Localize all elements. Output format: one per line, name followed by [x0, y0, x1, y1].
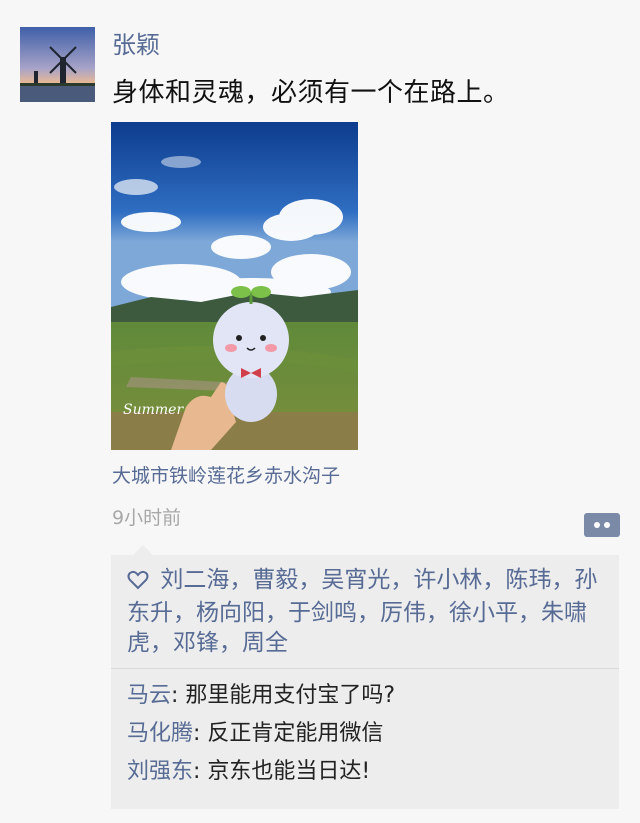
like-name[interactable]: 厉伟	[380, 600, 426, 626]
post-text: 身体和灵魂，必须有一个在路上。	[112, 78, 510, 108]
comment-text: 反正肯定能用微信	[207, 721, 384, 746]
like-separator: ，	[482, 567, 506, 593]
like-separator: ，	[426, 600, 449, 626]
heart-outline-icon	[127, 568, 149, 598]
location-link[interactable]: 大城市铁岭莲花乡赤水沟子	[112, 462, 340, 490]
like-name[interactable]: 吴宵光	[321, 567, 390, 593]
like-separator: ，	[357, 600, 380, 626]
like-separator: ，	[551, 567, 575, 593]
photo-caption: Summer	[123, 402, 184, 418]
like-separator: ，	[229, 567, 253, 593]
comment-separator: :	[171, 683, 186, 708]
like-name[interactable]: 周全	[242, 630, 288, 656]
comment-row[interactable]: 马化腾: 反正肯定能用微信	[127, 715, 603, 753]
comment-row[interactable]: 马云: 那里能用支付宝了吗?	[127, 677, 603, 715]
comment-more-button[interactable]	[584, 513, 620, 537]
comment-list: 马云: 那里能用支付宝了吗? 马化腾: 反正肯定能用微信 刘强东: 京东也能当日达!	[111, 669, 619, 791]
like-name[interactable]: 许小林	[413, 567, 482, 593]
commenter-name[interactable]: 马化腾	[127, 721, 193, 746]
comment-separator: :	[193, 759, 208, 784]
like-separator: ，	[390, 567, 414, 593]
commenter-name[interactable]: 刘强东	[127, 759, 193, 784]
like-separator: ，	[265, 600, 288, 626]
post-time: 9小时前	[112, 507, 182, 529]
post-photo[interactable]: Summer	[111, 122, 358, 450]
avatar[interactable]	[20, 27, 95, 102]
panel-arrow	[133, 545, 153, 555]
comment-text: 京东也能当日达!	[207, 759, 371, 784]
commenter-name[interactable]: 马云	[127, 683, 171, 708]
like-separator: ，	[173, 600, 196, 626]
like-name[interactable]: 陈玮	[505, 567, 551, 593]
like-separator: ，	[150, 630, 173, 656]
like-name[interactable]: 杨向阳	[196, 600, 265, 626]
comment-row[interactable]: 刘强东: 京东也能当日达!	[127, 753, 603, 791]
more-dot-icon	[604, 522, 610, 528]
more-dot-icon	[594, 522, 600, 528]
comment-text: 那里能用支付宝了吗?	[185, 683, 396, 708]
like-name[interactable]: 于剑鸣	[288, 600, 357, 626]
like-separator: ，	[219, 630, 242, 656]
like-separator: ，	[298, 567, 322, 593]
author-name[interactable]: 张颖	[112, 30, 160, 60]
comment-separator: :	[193, 721, 208, 746]
like-name[interactable]: 曹毅	[252, 567, 298, 593]
like-separator: ，	[518, 600, 541, 626]
like-name[interactable]: 刘二海	[160, 567, 229, 593]
like-list: 刘二海，曹毅，吴宵光，许小林，陈玮，孙东升，杨向阳，于剑鸣，厉伟，徐小平，朱啸虎…	[111, 555, 619, 669]
interaction-panel: 刘二海，曹毅，吴宵光，许小林，陈玮，孙东升，杨向阳，于剑鸣，厉伟，徐小平，朱啸虎…	[111, 545, 619, 809]
like-name[interactable]: 邓锋	[173, 630, 219, 656]
like-name[interactable]: 徐小平	[449, 600, 518, 626]
